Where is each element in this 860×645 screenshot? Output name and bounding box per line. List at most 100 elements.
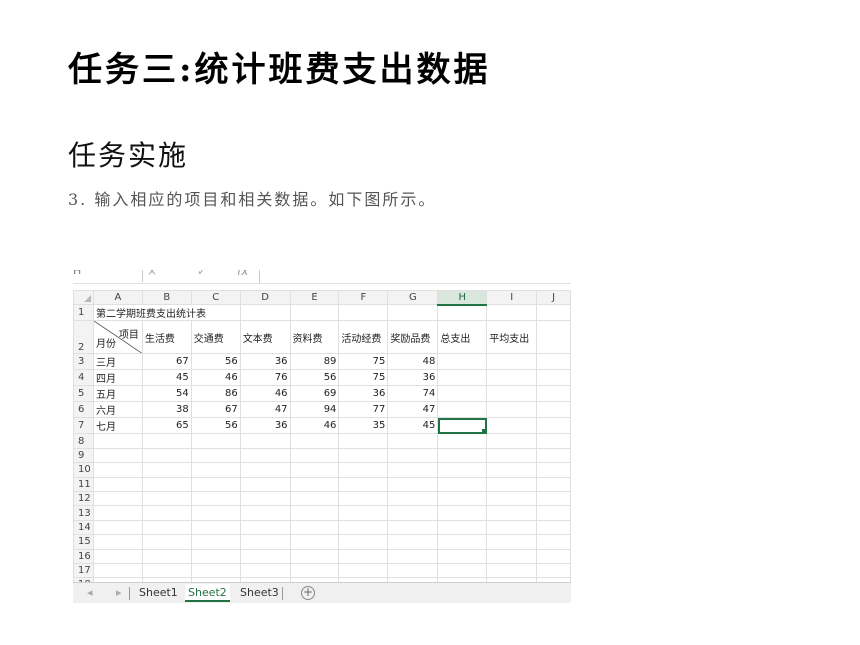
cell[interactable] [437, 369, 488, 387]
cell[interactable] [486, 534, 538, 550]
month-cell[interactable]: 五月 [92, 385, 143, 403]
cell[interactable] [338, 433, 389, 449]
value-cell[interactable]: 38 [141, 401, 192, 419]
tab-sheet2[interactable]: Sheet2 [185, 584, 230, 602]
cell[interactable] [387, 519, 439, 536]
column-header[interactable]: B [141, 289, 192, 306]
value-cell[interactable]: 35 [338, 417, 389, 435]
cell[interactable] [486, 417, 538, 435]
value-cell[interactable]: 56 [190, 353, 241, 371]
cell[interactable] [239, 476, 291, 492]
cell[interactable] [141, 534, 192, 550]
row-header[interactable]: 4 [73, 369, 94, 387]
cell[interactable] [289, 304, 340, 322]
cell[interactable] [289, 519, 340, 536]
value-cell[interactable]: 36 [387, 369, 439, 387]
cell[interactable] [536, 433, 571, 449]
cell[interactable] [239, 505, 291, 521]
cell[interactable] [437, 401, 488, 419]
cell[interactable] [536, 490, 571, 507]
row-header[interactable]: 10 [73, 462, 94, 478]
column-header[interactable]: E [289, 289, 340, 306]
cell[interactable] [536, 369, 571, 387]
cell[interactable] [387, 304, 439, 322]
value-cell[interactable]: 67 [141, 353, 192, 371]
cell[interactable] [92, 490, 143, 507]
value-cell[interactable]: 65 [141, 417, 192, 435]
cell[interactable] [190, 548, 241, 564]
cell[interactable] [289, 433, 340, 449]
cell[interactable] [190, 562, 241, 579]
cell[interactable] [92, 447, 143, 464]
cell[interactable] [289, 534, 340, 550]
value-cell[interactable]: 86 [190, 385, 241, 403]
cell[interactable] [338, 519, 389, 536]
value-cell[interactable]: 36 [338, 385, 389, 403]
value-cell[interactable]: 36 [239, 417, 291, 435]
cell[interactable] [289, 490, 340, 507]
cell[interactable] [190, 534, 241, 550]
cell[interactable] [141, 505, 192, 521]
value-cell[interactable]: 76 [239, 369, 291, 387]
cell[interactable] [239, 534, 291, 550]
cell[interactable] [190, 490, 241, 507]
value-cell[interactable]: 45 [141, 369, 192, 387]
cell[interactable] [190, 433, 241, 449]
cell[interactable] [387, 433, 439, 449]
value-cell[interactable]: 77 [338, 401, 389, 419]
header-cell[interactable]: 交通费 [190, 320, 241, 355]
cell[interactable] [338, 476, 389, 492]
cell[interactable] [239, 304, 291, 322]
cell[interactable] [536, 385, 571, 403]
cell[interactable] [239, 562, 291, 579]
cell[interactable] [437, 534, 488, 550]
fill-handle[interactable] [482, 429, 486, 433]
cell[interactable] [190, 505, 241, 521]
cell[interactable] [536, 304, 571, 322]
value-cell[interactable]: 89 [289, 353, 340, 371]
add-sheet-icon[interactable]: + [301, 586, 315, 600]
cell[interactable] [486, 505, 538, 521]
cell[interactable] [536, 417, 571, 435]
cell[interactable] [437, 353, 488, 371]
cell[interactable] [141, 476, 192, 492]
row-header[interactable]: 6 [73, 401, 94, 419]
value-cell[interactable]: 47 [239, 401, 291, 419]
cell[interactable] [141, 562, 192, 579]
value-cell[interactable]: 56 [190, 417, 241, 435]
cell[interactable] [486, 462, 538, 478]
cell[interactable] [437, 490, 488, 507]
row-header[interactable]: 16 [73, 548, 94, 564]
value-cell[interactable]: 46 [239, 385, 291, 403]
cell[interactable] [486, 476, 538, 492]
header-cell[interactable]: 总支出 [437, 320, 488, 355]
month-cell[interactable]: 四月 [92, 369, 143, 387]
cell[interactable] [536, 320, 571, 355]
month-cell[interactable]: 三月 [92, 353, 143, 371]
cell[interactable] [289, 562, 340, 579]
cell[interactable] [239, 548, 291, 564]
tab-sheet3[interactable]: Sheet3 [237, 584, 282, 602]
cell[interactable] [387, 562, 439, 579]
value-cell[interactable]: 67 [190, 401, 241, 419]
cell[interactable] [536, 462, 571, 478]
cell[interactable] [486, 433, 538, 449]
cell[interactable] [289, 505, 340, 521]
value-cell[interactable]: 48 [387, 353, 439, 371]
cell[interactable] [190, 462, 241, 478]
row-header[interactable]: 14 [73, 519, 94, 536]
cell[interactable] [92, 519, 143, 536]
cell[interactable] [190, 447, 241, 464]
column-header[interactable]: G [387, 289, 439, 306]
cell[interactable] [338, 534, 389, 550]
value-cell[interactable]: 46 [190, 369, 241, 387]
cell[interactable] [486, 519, 538, 536]
cell[interactable] [338, 462, 389, 478]
cell[interactable] [437, 562, 488, 579]
tab-sheet1[interactable]: Sheet1 [136, 584, 181, 602]
cell[interactable] [338, 490, 389, 507]
cell[interactable] [486, 562, 538, 579]
cell[interactable] [387, 447, 439, 464]
cell[interactable] [92, 548, 143, 564]
value-cell[interactable]: 46 [289, 417, 340, 435]
